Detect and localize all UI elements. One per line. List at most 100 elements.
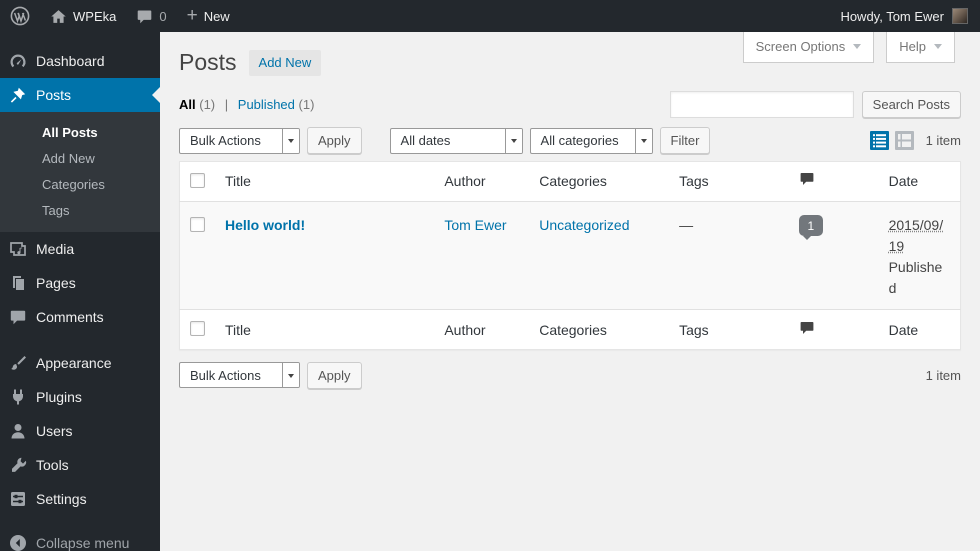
post-category-link[interactable]: Uncategorized [539, 217, 629, 233]
dates-filter-value: All dates [400, 133, 451, 149]
row-checkbox[interactable] [190, 217, 205, 233]
comments-column-icon [800, 321, 814, 334]
sidebar-item-media[interactable]: Media [0, 232, 160, 266]
post-tags-value: — [679, 217, 694, 234]
comments-column-icon [800, 173, 814, 186]
sidebar-item-pages[interactable]: Pages [0, 266, 160, 300]
column-header-categories: Categories [529, 161, 670, 203]
page-title: Posts [179, 49, 237, 75]
pages-icon [13, 276, 24, 290]
admin-bar: WPEka 0 + New Howdy, Tom Ewer [0, 0, 980, 32]
column-footer-title[interactable]: Title [215, 309, 435, 350]
media-icon [10, 242, 26, 256]
appearance-icon [11, 356, 26, 370]
column-header-title[interactable]: Title [215, 161, 435, 203]
sidebar-item-users[interactable]: Users [0, 414, 160, 448]
sidebar-item-settings[interactable]: Settings [0, 482, 160, 516]
submenu-item-add-new[interactable]: Add New [0, 145, 160, 171]
submenu-item-tags[interactable]: Tags [0, 197, 160, 223]
help-label: Help [899, 39, 926, 54]
column-footer-tags: Tags [669, 309, 789, 350]
wordpress-logo-menu[interactable] [0, 0, 40, 32]
sidebar-item-label: Pages [36, 275, 76, 291]
settings-icon [11, 492, 25, 506]
filter-button[interactable]: Filter [659, 127, 711, 155]
column-footer-categories: Categories [529, 309, 670, 350]
submenu-item-categories[interactable]: Categories [0, 171, 160, 197]
screen-options-button[interactable]: Screen Options [742, 32, 875, 63]
adminbar-new-label: New [203, 8, 230, 24]
post-date-value: 2015/09/19 [888, 217, 944, 255]
bulk-actions-select[interactable]: Bulk Actions [179, 127, 300, 154]
sidebar-item-label: Dashboard [36, 53, 105, 69]
sidebar-item-dashboard[interactable]: Dashboard [0, 44, 160, 78]
site-name-menu[interactable]: WPEka [40, 0, 126, 32]
plugins-icon [13, 389, 24, 405]
active-menu-arrow [144, 87, 160, 103]
dashboard-icon [10, 54, 26, 68]
sidebar-item-plugins[interactable]: Plugins [0, 380, 160, 414]
select-arrow-icon [282, 363, 299, 388]
sidebar-item-label: Comments [36, 309, 104, 325]
search-posts-button[interactable]: Search Posts [861, 91, 961, 119]
apply-button-top[interactable]: Apply [307, 127, 362, 155]
select-all-checkbox-top[interactable] [190, 172, 205, 188]
filter-all-link[interactable]: All [179, 97, 196, 112]
comment-count-bubble[interactable]: 1 [798, 215, 823, 241]
comment-count-value: 1 [807, 218, 815, 233]
search-input[interactable] [669, 91, 854, 119]
post-author-link[interactable]: Tom Ewer [444, 217, 506, 233]
submenu-item-all-posts[interactable]: All Posts [0, 119, 160, 145]
list-view-icon[interactable] [869, 131, 889, 151]
adminbar-new-menu[interactable]: + New [177, 0, 240, 32]
sidebar-item-label: Plugins [36, 389, 82, 405]
howdy-label: Howdy, Tom Ewer [840, 8, 944, 24]
sidebar-item-label: Posts [36, 87, 72, 103]
sidebar-item-label: Users [36, 423, 73, 439]
post-row: Hello world! Tom Ewer Uncategorized — 1 … [179, 201, 961, 310]
adminbar-comments-menu[interactable]: 0 [126, 0, 176, 32]
sidebar-item-appearance[interactable]: Appearance [0, 346, 160, 380]
excerpt-view-icon[interactable] [894, 131, 914, 151]
wordpress-logo-icon [10, 6, 30, 26]
home-icon [51, 9, 66, 23]
screen-options-label: Screen Options [755, 39, 846, 54]
sidebar-item-label: Appearance [36, 355, 112, 371]
filter-published-link[interactable]: Published [238, 97, 295, 112]
site-name-label: WPEka [73, 8, 117, 24]
comments-bubble-icon [138, 10, 152, 23]
column-header-date[interactable]: Date [878, 161, 961, 203]
select-arrow-icon [634, 128, 652, 153]
search-form: Search Posts [669, 91, 961, 119]
filter-links-row: All (1) | Published (1) Search Posts [179, 91, 961, 119]
column-footer-date[interactable]: Date [878, 309, 961, 350]
adminbar-account-menu[interactable]: Howdy, Tom Ewer [836, 8, 972, 24]
tablenav-top: Bulk Actions Apply All dates All categor… [179, 127, 961, 155]
collapse-menu-button[interactable]: Collapse menu [0, 526, 160, 551]
categories-filter-select[interactable]: All categories [529, 127, 653, 154]
table-footer-row: Title Author Categories Tags Date [179, 309, 961, 350]
select-arrow-icon [504, 128, 522, 153]
sidebar-item-posts[interactable]: Posts [0, 78, 160, 112]
items-count-bottom: 1 item [925, 367, 961, 383]
users-icon [11, 424, 25, 439]
tools-icon [12, 457, 27, 472]
select-all-checkbox-bottom[interactable] [190, 321, 205, 337]
bulk-actions-value-bottom: Bulk Actions [190, 367, 261, 383]
bulk-actions-select-bottom[interactable]: Bulk Actions [179, 362, 300, 389]
post-title-link[interactable]: Hello world! [225, 217, 305, 233]
apply-button-bottom[interactable]: Apply [307, 361, 362, 389]
filter-published-count: (1) [298, 97, 315, 113]
add-new-button[interactable]: Add New [248, 49, 322, 76]
pin-icon [10, 87, 26, 103]
posts-submenu: All Posts Add New Categories Tags [0, 112, 160, 232]
collapse-menu-label: Collapse menu [36, 535, 130, 551]
post-status-value: Published [888, 259, 943, 297]
help-button[interactable]: Help [886, 32, 955, 63]
chevron-down-icon [853, 44, 862, 53]
dates-filter-select[interactable]: All dates [389, 127, 523, 154]
screen-meta-tabs: Screen Options Help [742, 32, 955, 63]
sidebar-item-tools[interactable]: Tools [0, 448, 160, 482]
plus-icon: + [186, 4, 198, 26]
sidebar-item-comments[interactable]: Comments [0, 300, 160, 334]
